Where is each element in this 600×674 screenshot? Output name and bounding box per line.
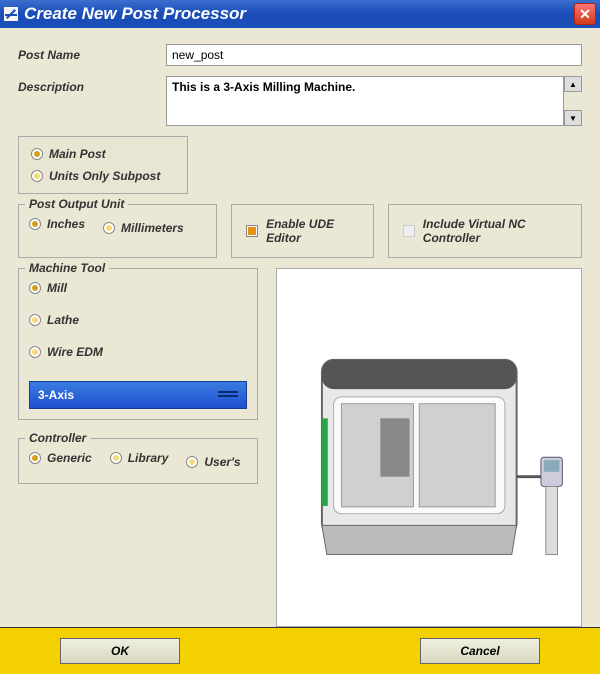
radio-icon	[29, 346, 41, 358]
main-post-label: Main Post	[49, 147, 106, 161]
machine-tool-legend: Machine Tool	[25, 261, 109, 275]
axis-dropdown[interactable]: 3-Axis	[29, 381, 247, 409]
mill-label: Mill	[47, 281, 67, 295]
close-icon: ✕	[579, 6, 591, 23]
radio-icon	[31, 148, 43, 160]
left-column: Machine Tool Mill Lathe Wire EDM	[18, 268, 258, 627]
controller-legend: Controller	[25, 431, 90, 445]
library-label: Library	[128, 451, 169, 465]
description-label: Description	[18, 76, 158, 94]
machine-tool-group: Machine Tool Mill Lathe Wire EDM	[18, 268, 258, 420]
post-name-label: Post Name	[18, 44, 158, 62]
lathe-radio[interactable]: Lathe	[29, 313, 247, 327]
machine-image	[283, 275, 575, 620]
radio-icon	[110, 452, 122, 464]
radio-icon	[186, 456, 198, 468]
include-vnc-label: Include Virtual NC Controller	[423, 217, 567, 245]
wire-edm-radio[interactable]: Wire EDM	[29, 345, 247, 359]
post-name-input[interactable]	[166, 44, 582, 66]
wire-edm-label: Wire EDM	[47, 345, 103, 359]
button-bar: OK Cancel	[0, 627, 600, 674]
radio-icon	[31, 170, 43, 182]
inches-label: Inches	[47, 217, 85, 231]
cancel-button[interactable]: Cancel	[420, 638, 540, 664]
users-label: User's	[204, 455, 240, 469]
mill-radio[interactable]: Mill	[29, 281, 247, 295]
enable-ude-label: Enable UDE Editor	[266, 217, 359, 245]
enable-ude-checkbox[interactable]: Enable UDE Editor	[231, 204, 374, 258]
ok-button[interactable]: OK	[60, 638, 180, 664]
radio-icon	[103, 222, 115, 234]
lower-section: Machine Tool Mill Lathe Wire EDM	[18, 268, 582, 627]
description-row: Description ▲ ▼	[18, 76, 582, 126]
dropdown-icon	[218, 391, 238, 399]
millimeters-radio[interactable]: Millimeters	[103, 217, 184, 239]
titlebar[interactable]: Create New Post Processor ✕	[0, 0, 600, 28]
scroll-down-button[interactable]: ▼	[564, 110, 582, 126]
inches-radio[interactable]: Inches	[29, 217, 85, 231]
description-input[interactable]	[166, 76, 564, 126]
post-type-group: Main Post Units Only Subpost	[18, 136, 188, 194]
content-area: Post Name Description ▲ ▼ Main Post Unit…	[0, 28, 600, 627]
millimeters-label: Millimeters	[121, 221, 184, 235]
checkbox-icon	[246, 225, 258, 237]
include-vnc-checkbox: Include Virtual NC Controller	[388, 204, 582, 258]
main-post-radio[interactable]: Main Post	[31, 147, 175, 161]
radio-icon	[29, 218, 41, 230]
scroll-up-button[interactable]: ▲	[564, 76, 582, 92]
units-only-label: Units Only Subpost	[49, 169, 160, 183]
library-radio[interactable]: Library	[110, 451, 169, 465]
controller-group: Controller Generic Library User's	[18, 438, 258, 484]
generic-radio[interactable]: Generic	[29, 451, 92, 465]
output-unit-legend: Post Output Unit	[25, 197, 128, 211]
close-button[interactable]: ✕	[574, 3, 596, 25]
app-icon	[4, 7, 18, 21]
axis-value: 3-Axis	[38, 388, 74, 402]
radio-icon	[29, 452, 41, 464]
users-radio[interactable]: User's	[186, 451, 240, 473]
description-scrollbar: ▲ ▼	[564, 76, 582, 126]
checkbox-icon	[403, 225, 415, 237]
machine-preview	[276, 268, 582, 627]
generic-label: Generic	[47, 451, 92, 465]
radio-icon	[29, 282, 41, 294]
window-title: Create New Post Processor	[24, 4, 574, 24]
lathe-label: Lathe	[47, 313, 79, 327]
post-output-unit-group: Post Output Unit Inches Millimeters	[18, 204, 217, 258]
post-name-row: Post Name	[18, 44, 582, 66]
dialog-window: Create New Post Processor ✕ Post Name De…	[0, 0, 600, 674]
radio-icon	[29, 314, 41, 326]
units-only-subpost-radio[interactable]: Units Only Subpost	[31, 169, 175, 183]
mid-options-row: Post Output Unit Inches Millimeters Enab…	[18, 204, 582, 258]
